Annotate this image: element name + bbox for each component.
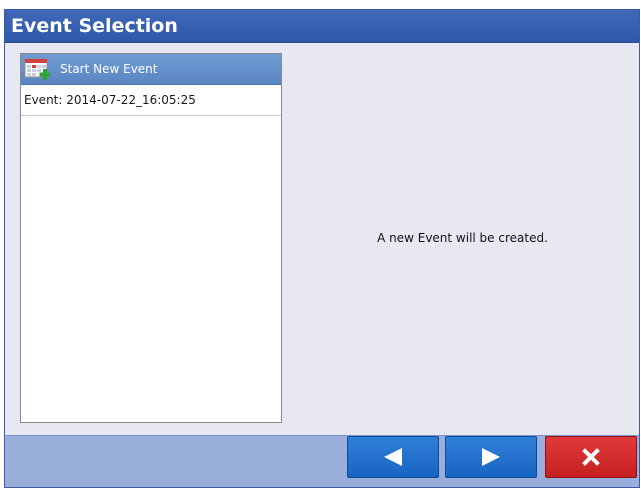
list-item-start-new-event[interactable]: Start New Event: [21, 54, 281, 85]
list-item-label: Start New Event: [60, 62, 158, 76]
next-button[interactable]: [445, 436, 537, 478]
title-bar: Event Selection: [5, 10, 639, 43]
button-bar: [5, 435, 639, 487]
dialog-title: Event Selection: [11, 15, 178, 37]
back-button[interactable]: [347, 436, 439, 478]
event-list[interactable]: Start New Event Event: 2014-07-22_16:05:…: [20, 53, 282, 423]
list-item-label: Event: 2014-07-22_16:05:25: [24, 93, 196, 107]
dialog-content: Start New Event Event: 2014-07-22_16:05:…: [5, 43, 639, 435]
event-selection-dialog: Event Selection Start New Event Event: 2…: [4, 9, 640, 488]
calendar-add-icon: [24, 58, 51, 80]
triangle-left-icon: [384, 448, 402, 466]
list-item-event[interactable]: Event: 2014-07-22_16:05:25: [21, 85, 281, 116]
screen: Event Selection Start New Event Event: 2…: [0, 0, 641, 489]
triangle-right-icon: [482, 448, 500, 466]
event-detail-message: A new Event will be created.: [377, 231, 548, 245]
x-icon: [582, 448, 600, 466]
cancel-button[interactable]: [545, 436, 637, 478]
